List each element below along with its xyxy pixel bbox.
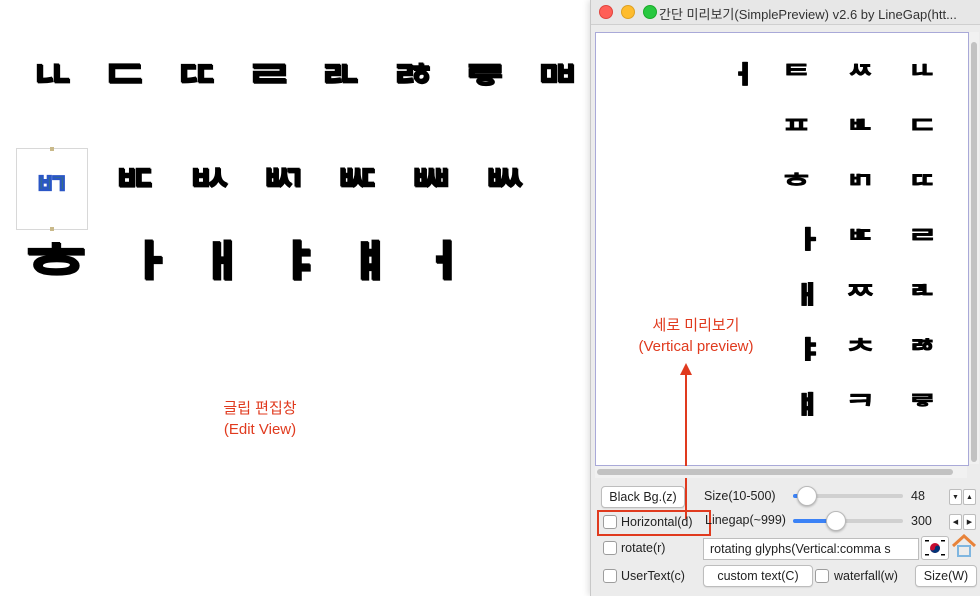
horizontal-label: Horizontal(d) (621, 515, 693, 529)
glyph-row-1: ᄔ ᄃ ᄄ ᄅ ᄘ ᄚ ᄛ ᄜ (22, 60, 588, 110)
maximize-window-button[interactable] (643, 5, 657, 19)
glyph-cell[interactable]: ᅢ (170, 240, 238, 314)
preview-glyph: ᄍ (846, 280, 874, 315)
black-bg-button[interactable]: Black Bg.(z) (601, 486, 685, 508)
rotate-glyphs-field[interactable]: rotating glyphs(Vertical:comma s (703, 538, 919, 560)
glyph-cell[interactable]: ᄡ (176, 164, 242, 214)
window-title: 간단 미리보기(SimplePreview) v2.6 by LineGap(h… (659, 7, 957, 22)
preview-column: ᄶ ᄟ ᄞ ᄠ ᄍ ᄎ ᄏ (840, 63, 880, 448)
preview-column: ᄐ ᄑ ᄒ ᅡ ᅢ ᅣ ᅤ (776, 63, 816, 448)
linegap-right-button[interactable]: ▶ (963, 514, 976, 530)
preview-glyph: ᄅ (908, 225, 936, 260)
selection-handle[interactable] (50, 227, 54, 231)
waterfall-checkbox[interactable] (815, 569, 829, 583)
window-titlebar[interactable]: 간단 미리보기(SimplePreview) v2.6 by LineGap(h… (591, 0, 980, 25)
glyph-cell[interactable]: ᄛ (454, 60, 516, 110)
rotate-label: rotate(r) (621, 541, 666, 555)
annotation-line: 세로 미리보기 (652, 317, 740, 334)
preview-glyph: ᄶ (846, 60, 874, 95)
minimize-window-button[interactable] (621, 5, 635, 19)
preview-glyph: ᅢ (776, 279, 817, 330)
preview-glyph: ᄃ (908, 115, 936, 150)
size-up-button[interactable]: ▲ (963, 489, 976, 505)
linegap-left-button[interactable]: ◀ (949, 514, 962, 530)
linegap-label: Linegap(~999) (705, 513, 786, 527)
glyph-cell[interactable]: ᄚ (382, 60, 444, 110)
selected-glyph-cell[interactable]: ᄞ (16, 147, 88, 231)
scrollbar-thumb[interactable] (597, 469, 953, 475)
glyph-cell[interactable]: ᅡ (96, 240, 164, 314)
linegap-slider-thumb[interactable] (826, 511, 846, 531)
preview-glyph: ᄞ (846, 170, 874, 205)
edit-view-annotation: 글립 편집창 (Edit View) (200, 398, 320, 440)
glyph-cell[interactable]: ᅤ (318, 240, 386, 314)
size-down-button[interactable]: ▼ (949, 489, 962, 505)
preview-glyph: ᄎ (846, 335, 874, 370)
preview-glyph: ᄄ (908, 170, 936, 205)
glyph-cell[interactable]: ᄥ (472, 164, 538, 214)
preview-glyph: ᄏ (846, 390, 874, 425)
preview-glyph: ᄑ (782, 115, 810, 150)
linegap-slider[interactable] (793, 519, 903, 523)
annotation-line: 글립 편집창 (223, 400, 297, 417)
glyph-cell[interactable]: ᄜ (526, 60, 588, 110)
preview-column: ᅥ (712, 63, 752, 118)
size-window-button[interactable]: Size(W) (915, 565, 977, 587)
preview-glyph: ᄠ (846, 225, 874, 260)
preview-glyph: ᄔ (908, 60, 936, 95)
preview-glyph: ᅡ (776, 224, 817, 275)
glyph-edit-view[interactable]: ᄔ ᄃ ᄄ ᄅ ᄘ ᄚ ᄛ ᄜ ᄞ ᄠ ᄡ ᄢ ᄣ ᄤ ᄥ ᄒ ᅡ ᅢ ᅣ ᅤ … (0, 0, 592, 596)
preview-glyph: ᄐ (782, 60, 810, 95)
glyph-cell[interactable]: ᅣ (244, 240, 312, 314)
simple-preview-window: 간단 미리보기(SimplePreview) v2.6 by LineGap(h… (590, 0, 980, 596)
custom-text-button[interactable]: custom text(C) (703, 565, 813, 587)
annotation-line: (Vertical preview) (638, 338, 754, 355)
preview-glyph: ᅥ (712, 59, 753, 110)
horizontal-checkbox[interactable] (603, 515, 617, 529)
preview-glyph: ᄘ (908, 280, 936, 315)
size-slider-thumb[interactable] (796, 486, 817, 506)
selected-glyph-outline[interactable]: ᄞ (33, 160, 71, 218)
preview-glyph: ᄚ (908, 335, 936, 370)
vertical-scrollbar[interactable] (969, 32, 979, 464)
size-label: Size(10-500) (704, 489, 776, 503)
preview-glyph: ᄒ (782, 170, 810, 205)
glyph-cell[interactable]: ᄄ (166, 60, 228, 110)
scrollbar-thumb[interactable] (971, 42, 977, 462)
home-icon[interactable] (951, 533, 977, 558)
rotate-checkbox[interactable] (603, 541, 617, 555)
vertical-preview-annotation: 세로 미리보기 (Vertical preview) (616, 315, 776, 357)
linegap-value: 300 (911, 514, 932, 528)
glyph-cell[interactable]: ᄘ (310, 60, 372, 110)
preview-glyph: ᄟ (846, 115, 874, 150)
glyph-cell[interactable]: ᅥ (392, 240, 460, 314)
preview-glyph: ᅣ (776, 334, 817, 385)
preview-glyph: ᄛ (908, 390, 936, 425)
size-value: 48 (911, 489, 925, 503)
glyph-cell[interactable]: ᄣ (324, 164, 390, 214)
glyph-cell[interactable]: ᄢ (250, 164, 316, 214)
annotation-line: (Edit View) (223, 421, 297, 438)
glyph-cell[interactable]: ᄠ (102, 164, 168, 214)
glyph-row-3: ᄒ ᅡ ᅢ ᅣ ᅤ ᅥ (22, 240, 460, 314)
vertical-preview-canvas[interactable]: ᅥ ᄐ ᄑ ᄒ ᅡ ᅢ ᅣ ᅤ ᄶ ᄟ ᄞ ᄠ ᄍ ᄎ ᄏ ᄔ ᄃ ᄄ ᄅ ᄘ … (595, 32, 969, 519)
waterfall-label: waterfall(w) (834, 569, 898, 583)
glyph-cell[interactable]: ᄃ (94, 60, 156, 110)
glyph-row-2: ᄞ ᄠ ᄡ ᄢ ᄣ ᄤ ᄥ (16, 147, 538, 231)
usertext-label: UserText(c) (621, 569, 685, 583)
glyph-cell[interactable]: ᄅ (238, 60, 300, 110)
glyph-cell[interactable]: ᄤ (398, 164, 464, 214)
close-window-button[interactable] (599, 5, 613, 19)
glyph-cell[interactable]: ᄒ (22, 240, 90, 314)
selection-handle[interactable] (50, 147, 54, 151)
usertext-checkbox[interactable] (603, 569, 617, 583)
preview-glyph: ᅤ (776, 389, 817, 440)
preview-column: ᄔ ᄃ ᄄ ᄅ ᄘ ᄚ ᄛ (902, 63, 942, 448)
glyph-cell[interactable]: ᄔ (22, 60, 84, 110)
korean-flag-icon[interactable] (921, 536, 949, 560)
horizontal-scrollbar[interactable] (595, 466, 967, 478)
